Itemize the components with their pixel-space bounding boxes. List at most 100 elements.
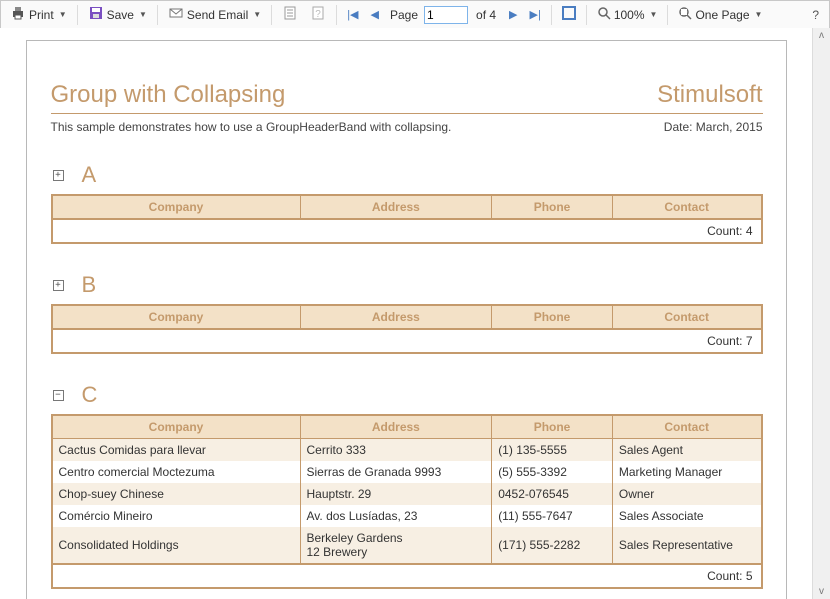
table-row: Cactus Comidas para llevarCerrito 333(1)…	[52, 439, 762, 462]
table-row: Comércio MineiroAv. dos Lusíadas, 23(11)…	[52, 505, 762, 527]
column-header: Phone	[492, 195, 613, 219]
group-B: + B CompanyAddressPhoneContactCount: 7	[51, 272, 763, 354]
cell-company: Chop-suey Chinese	[52, 483, 301, 505]
separator	[586, 5, 587, 25]
page-mode-icon	[678, 6, 692, 23]
cell-address: Sierras de Granada 9993	[300, 461, 492, 483]
first-page-button[interactable]: |◀	[342, 5, 363, 24]
subtitle: This sample demonstrates how to use a Gr…	[51, 120, 452, 134]
group-letter: A	[82, 162, 97, 188]
page-label: Page	[390, 8, 418, 22]
zoom-button[interactable]: 100% ▼	[592, 3, 663, 26]
brand: Stimulsoft	[657, 81, 762, 109]
cell-company: Centro comercial Moctezuma	[52, 461, 301, 483]
cell-contact: Sales Associate	[612, 505, 761, 527]
table-row: Centro comercial MoctezumaSierras de Gra…	[52, 461, 762, 483]
count-bar: Count: 5	[51, 565, 763, 589]
cell-phone: (5) 555-3392	[492, 461, 613, 483]
cell-company: Consolidated Holdings	[52, 527, 301, 564]
dropdown-icon: ▼	[253, 10, 261, 19]
cell-phone: (1) 135-5555	[492, 439, 613, 462]
separator	[77, 5, 78, 25]
group-A: + A CompanyAddressPhoneContactCount: 4	[51, 162, 763, 244]
cell-company: Comércio Mineiro	[52, 505, 301, 527]
column-header: Contact	[612, 415, 761, 439]
viewport: Group with Collapsing Stimulsoft This sa…	[0, 28, 813, 599]
next-page-button[interactable]: ▶	[504, 5, 522, 24]
view-mode-label: One Page	[695, 8, 749, 22]
column-header: Address	[300, 195, 492, 219]
group-C: −CCompanyAddressPhoneContactCactus Comid…	[51, 382, 763, 589]
prev-icon: ◀	[371, 8, 379, 21]
cell-company: Cactus Comidas para llevar	[52, 439, 301, 462]
group-letter: B	[82, 272, 97, 298]
save-label: Save	[107, 8, 134, 22]
column-header: Phone	[492, 415, 613, 439]
separator	[271, 5, 272, 25]
scrollbar-track[interactable]	[813, 43, 830, 584]
cell-contact: Sales Representative	[612, 527, 761, 564]
group-toggle[interactable]: +	[53, 170, 64, 181]
scrollbar[interactable]: ʌ v	[812, 28, 830, 599]
last-page-button[interactable]: ▶|	[525, 5, 546, 24]
column-header: Address	[300, 415, 492, 439]
scroll-down-icon[interactable]: v	[819, 584, 824, 599]
next-icon: ▶	[509, 8, 517, 21]
column-header: Company	[52, 195, 301, 219]
table-row: Chop-suey ChineseHauptstr. 290452-076545…	[52, 483, 762, 505]
svg-text:?: ?	[315, 9, 321, 20]
first-icon: |◀	[347, 8, 358, 21]
column-header: Company	[52, 415, 301, 439]
print-button[interactable]: Print ▼	[5, 2, 72, 27]
report-page: Group with Collapsing Stimulsoft This sa…	[26, 40, 787, 599]
group-letter: C	[82, 382, 98, 408]
group-toggle[interactable]: +	[53, 280, 64, 291]
group-toggle[interactable]: −	[53, 390, 64, 401]
group-table: CompanyAddressPhoneContact	[51, 194, 763, 220]
cell-address: Av. dos Lusíadas, 23	[300, 505, 492, 527]
send-email-button[interactable]: Send Email ▼	[163, 2, 266, 27]
dropdown-icon: ▼	[650, 10, 658, 19]
table-row: Consolidated HoldingsBerkeley Gardens12 …	[52, 527, 762, 564]
page-title: Group with Collapsing	[51, 81, 286, 109]
column-header: Contact	[612, 195, 761, 219]
dropdown-icon: ▼	[139, 10, 147, 19]
column-header: Address	[300, 305, 492, 329]
print-icon	[10, 5, 26, 24]
cell-contact: Owner	[612, 483, 761, 505]
group-table: CompanyAddressPhoneContact	[51, 304, 763, 330]
cell-address: Berkeley Gardens12 Brewery	[300, 527, 492, 564]
page-of-label: of 4	[476, 8, 496, 22]
fullscreen-icon	[562, 6, 576, 23]
cell-address: Cerrito 333	[300, 439, 492, 462]
page-input[interactable]	[424, 6, 468, 24]
zoom-label: 100%	[614, 8, 645, 22]
cell-contact: Marketing Manager	[612, 461, 761, 483]
prev-page-button[interactable]: ◀	[366, 5, 384, 24]
cell-phone: 0452-076545	[492, 483, 613, 505]
email-icon	[168, 5, 184, 24]
fullscreen-button[interactable]	[557, 3, 581, 26]
toolbar: Print ▼ Save ▼ Send Email ▼ ? |◀ ◀ Page …	[0, 0, 830, 29]
save-icon	[88, 5, 104, 24]
cell-address: Hauptstr. 29	[300, 483, 492, 505]
dropdown-icon: ▼	[59, 10, 67, 19]
bookmarks-button[interactable]	[277, 2, 303, 27]
report-date: Date: March, 2015	[664, 120, 763, 134]
separator	[667, 5, 668, 25]
send-email-label: Send Email	[187, 8, 248, 22]
parameters-button[interactable]: ?	[305, 2, 331, 27]
view-mode-button[interactable]: One Page ▼	[673, 3, 767, 26]
bookmarks-icon	[282, 5, 298, 24]
help-button[interactable]: ?	[806, 8, 825, 22]
count-bar: Count: 4	[51, 220, 763, 244]
separator	[551, 5, 552, 25]
count-bar: Count: 7	[51, 330, 763, 354]
dropdown-icon: ▼	[755, 10, 763, 19]
cell-contact: Sales Agent	[612, 439, 761, 462]
cell-phone: (11) 555-7647	[492, 505, 613, 527]
parameters-icon: ?	[310, 5, 326, 24]
scroll-up-icon[interactable]: ʌ	[819, 28, 824, 43]
save-button[interactable]: Save ▼	[83, 2, 152, 27]
column-header: Company	[52, 305, 301, 329]
